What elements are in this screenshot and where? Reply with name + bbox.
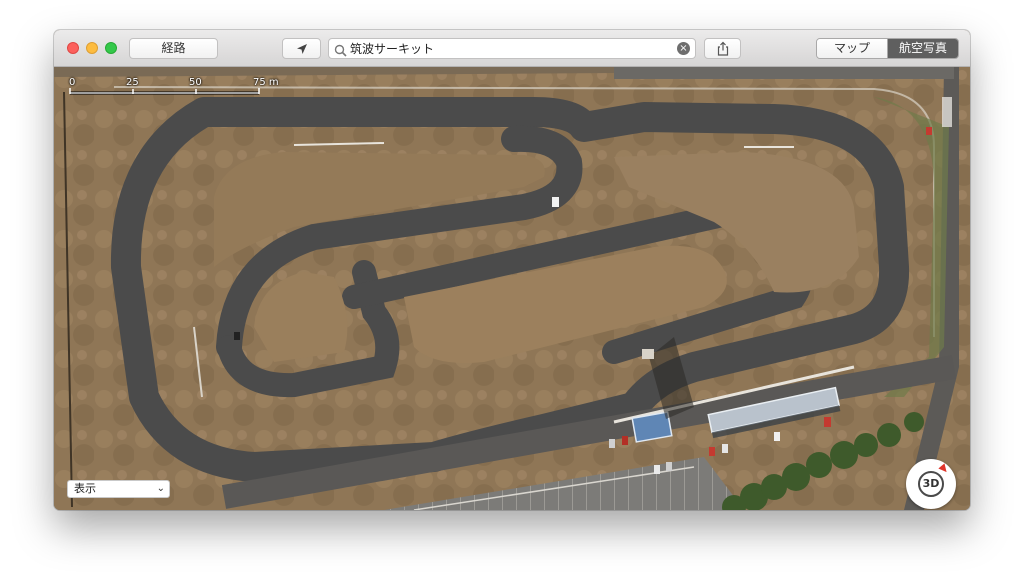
compass-north-icon	[938, 463, 950, 475]
search-field[interactable]: ×	[328, 38, 696, 59]
toolbar: 経路 ×	[54, 30, 970, 67]
map-type-segmented-control: マップ 航空写真	[816, 38, 959, 59]
share-icon	[716, 41, 730, 59]
location-arrow-icon	[295, 44, 309, 59]
map-type-option-satellite[interactable]: 航空写真	[887, 39, 958, 58]
satellite-imagery	[54, 67, 970, 510]
share-button[interactable]	[704, 38, 741, 59]
compass-3d-button[interactable]: 3D	[906, 459, 956, 509]
close-window-button[interactable]	[67, 42, 79, 54]
maps-window: 経路 ×	[54, 30, 970, 510]
compass-3d-label: 3D	[918, 471, 944, 497]
chevron-down-icon: ⌄	[156, 483, 165, 494]
zoom-window-button[interactable]	[105, 42, 117, 54]
minimize-window-button[interactable]	[86, 42, 98, 54]
clear-search-icon[interactable]: ×	[677, 42, 690, 55]
view-menu-value: 表示	[74, 482, 96, 495]
satellite-map-view[interactable]: 0 25 50 75 m 表示 ⌄ 3D − +	[54, 67, 970, 510]
map-scale-bar: 0 25 50 75 m	[66, 75, 286, 97]
search-icon	[334, 42, 347, 61]
current-location-button[interactable]	[282, 38, 321, 59]
map-type-option-map[interactable]: マップ	[817, 39, 887, 58]
route-button[interactable]: 経路	[129, 38, 218, 59]
search-input[interactable]	[350, 40, 670, 57]
view-menu-select[interactable]: 表示 ⌄	[67, 480, 170, 498]
scale-ruler	[69, 88, 260, 95]
